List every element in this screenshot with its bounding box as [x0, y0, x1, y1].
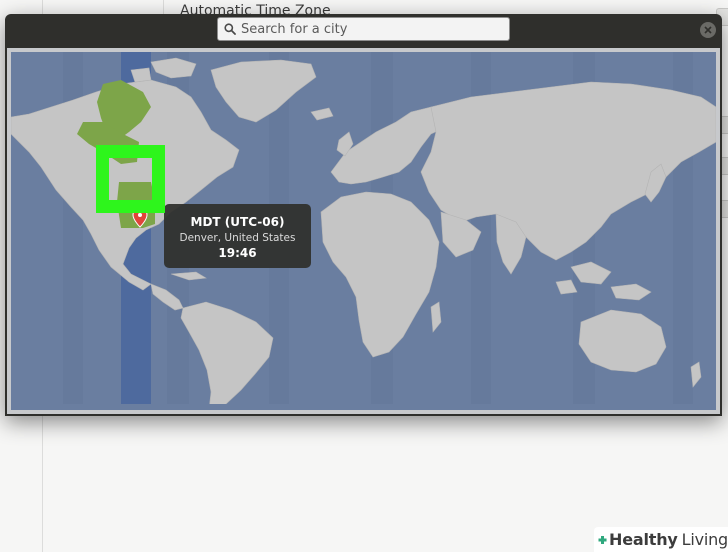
city-search-box[interactable]	[217, 17, 510, 41]
close-button[interactable]	[700, 22, 716, 38]
timezone-tooltip: MDT (UTC-06) Denver, United States 19:46	[164, 204, 311, 268]
watermark-brand-bold: Healthy	[609, 530, 678, 549]
timezone-map[interactable]: MDT (UTC-06) Denver, United States 19:46	[11, 52, 716, 410]
timezone-dialog: MDT (UTC-06) Denver, United States 19:46	[5, 14, 722, 416]
timezone-time: 19:46	[218, 246, 257, 260]
search-icon	[224, 23, 236, 35]
search-input[interactable]	[241, 21, 491, 37]
world-map[interactable]	[11, 52, 716, 410]
dialog-header	[5, 14, 722, 46]
map-frame: MDT (UTC-06) Denver, United States 19:46	[7, 48, 720, 414]
timezone-name: MDT (UTC-06)	[190, 215, 285, 229]
highlight-box	[96, 145, 165, 213]
close-icon	[704, 26, 712, 34]
plus-cross-icon	[598, 535, 607, 544]
timezone-location: Denver, United States	[179, 232, 296, 244]
watermark: Healthy Living	[594, 527, 728, 552]
watermark-brand-light: Living	[681, 530, 728, 549]
